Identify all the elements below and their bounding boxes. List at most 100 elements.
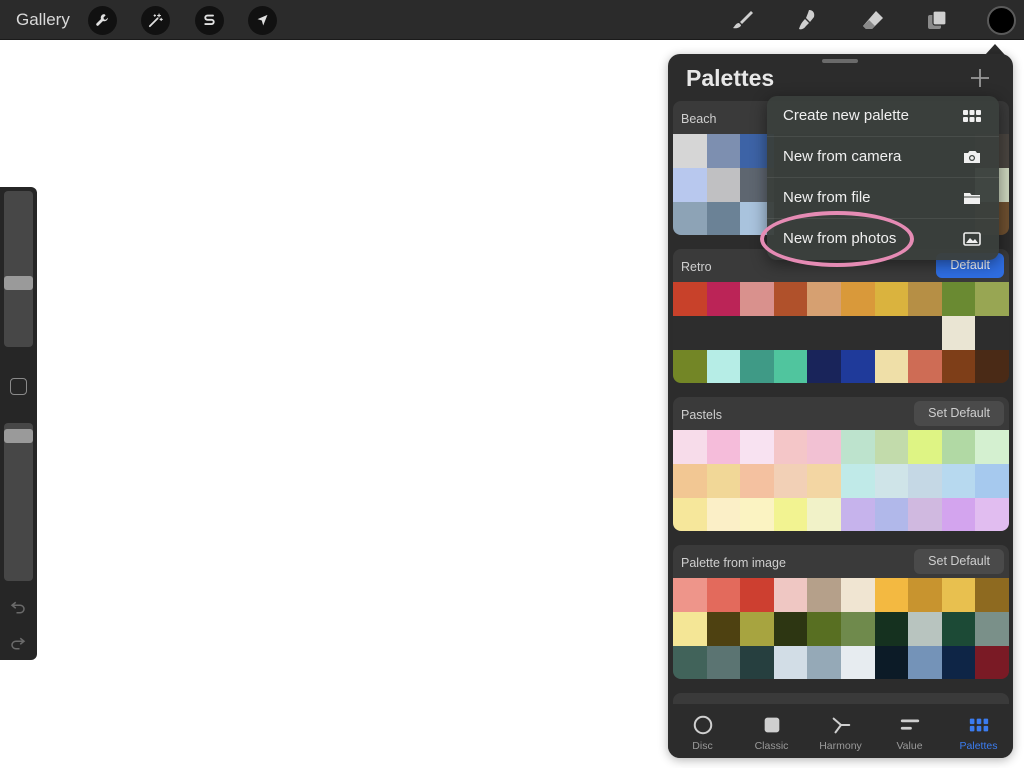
color-swatch[interactable] (975, 430, 1009, 464)
palette-card-pastels[interactable]: Pastels Set Default (673, 397, 1009, 531)
color-swatch[interactable] (807, 316, 841, 350)
color-swatch[interactable] (706, 316, 741, 350)
color-swatch[interactable] (773, 464, 808, 498)
color-swatch[interactable] (673, 316, 707, 350)
color-swatch[interactable] (773, 498, 808, 531)
menu-item-new-from-camera[interactable]: New from camera (767, 137, 999, 178)
color-swatch[interactable] (874, 464, 909, 498)
color-swatch[interactable] (773, 282, 808, 316)
color-swatch[interactable] (908, 350, 942, 383)
redo-icon[interactable] (9, 633, 27, 651)
color-swatch[interactable] (975, 464, 1009, 498)
color-swatch[interactable] (706, 168, 741, 202)
color-swatch[interactable] (840, 350, 875, 383)
arrow-transform-icon[interactable] (248, 6, 277, 35)
color-swatch[interactable] (874, 430, 909, 464)
color-swatch[interactable] (807, 282, 841, 316)
color-swatch[interactable] (740, 430, 774, 464)
color-swatch[interactable] (706, 646, 741, 679)
color-swatch[interactable] (673, 498, 707, 531)
color-swatch[interactable] (740, 282, 774, 316)
wrench-icon[interactable] (88, 6, 117, 35)
palette-card-from-image[interactable]: Palette from image Set Default (673, 545, 1009, 679)
color-swatch[interactable] (740, 646, 774, 679)
color-swatch[interactable] (706, 430, 741, 464)
menu-item-create-new-palette[interactable]: Create new palette (767, 96, 999, 137)
eraser-icon[interactable] (860, 7, 886, 33)
color-swatch[interactable] (840, 464, 875, 498)
color-swatch[interactable] (673, 612, 707, 646)
color-swatch[interactable] (874, 498, 909, 531)
palette-swatches[interactable] (673, 282, 1009, 383)
color-swatch[interactable] (706, 498, 741, 531)
color-swatch[interactable] (908, 498, 942, 531)
opacity-thumb[interactable] (4, 429, 33, 443)
color-swatch[interactable] (975, 316, 1009, 350)
tab-classic[interactable]: Classic (737, 704, 806, 758)
layers-icon[interactable] (924, 7, 950, 33)
color-swatch[interactable] (874, 316, 909, 350)
color-swatch[interactable] (673, 464, 707, 498)
color-swatch[interactable] (807, 430, 841, 464)
color-swatch[interactable] (673, 134, 707, 168)
color-swatch[interactable] (773, 578, 808, 612)
color-swatch[interactable] (807, 498, 841, 531)
color-swatch[interactable] (773, 612, 808, 646)
color-swatch[interactable] (840, 578, 875, 612)
color-swatch[interactable] (874, 646, 909, 679)
add-palette-plus-icon[interactable] (968, 66, 992, 90)
color-swatch[interactable] (706, 134, 741, 168)
color-swatch[interactable] (706, 578, 741, 612)
color-swatch[interactable] (740, 350, 774, 383)
color-swatch[interactable] (908, 282, 942, 316)
color-swatch[interactable] (908, 430, 942, 464)
color-swatch[interactable] (975, 578, 1009, 612)
color-swatch[interactable] (706, 612, 741, 646)
tab-disc[interactable]: Disc (668, 704, 737, 758)
color-swatch[interactable] (706, 202, 741, 235)
color-swatch[interactable] (673, 646, 707, 679)
menu-item-new-from-file[interactable]: New from file (767, 178, 999, 219)
color-swatch[interactable] (975, 350, 1009, 383)
color-swatch[interactable] (706, 282, 741, 316)
color-swatch[interactable] (773, 316, 808, 350)
color-swatch[interactable] (706, 464, 741, 498)
color-swatch[interactable] (975, 498, 1009, 531)
gallery-button[interactable]: Gallery (16, 10, 70, 30)
color-swatch[interactable] (874, 350, 909, 383)
color-swatch[interactable] (941, 612, 976, 646)
tab-harmony[interactable]: Harmony (806, 704, 875, 758)
color-swatch[interactable] (807, 350, 841, 383)
undo-icon[interactable] (9, 597, 27, 615)
color-swatch[interactable] (941, 578, 976, 612)
color-swatch[interactable] (908, 578, 942, 612)
tab-value[interactable]: Value (875, 704, 944, 758)
palette-card-retro[interactable]: Retro Default (673, 249, 1009, 383)
color-picker-button[interactable] (987, 6, 1016, 35)
brush-size-slider[interactable] (4, 191, 33, 347)
color-swatch[interactable] (773, 350, 808, 383)
color-swatch[interactable] (673, 202, 707, 235)
color-swatch[interactable] (840, 612, 875, 646)
modify-button[interactable] (10, 378, 27, 395)
color-swatch[interactable] (941, 282, 976, 316)
color-swatch[interactable] (941, 316, 976, 350)
color-swatch[interactable] (807, 646, 841, 679)
color-swatch[interactable] (673, 282, 707, 316)
color-swatch[interactable] (874, 282, 909, 316)
color-swatch[interactable] (773, 430, 808, 464)
color-swatch[interactable] (840, 430, 875, 464)
color-swatch[interactable] (807, 612, 841, 646)
color-swatch[interactable] (673, 430, 707, 464)
color-swatch[interactable] (941, 464, 976, 498)
color-swatch[interactable] (975, 282, 1009, 316)
opacity-slider[interactable] (4, 423, 33, 581)
panel-grabber[interactable] (822, 59, 858, 63)
color-swatch[interactable] (941, 430, 976, 464)
smudge-icon[interactable] (795, 7, 821, 33)
color-swatch[interactable] (740, 578, 774, 612)
color-swatch[interactable] (908, 646, 942, 679)
color-swatch[interactable] (941, 498, 976, 531)
palette-swatches[interactable] (673, 578, 1009, 679)
color-swatch[interactable] (840, 646, 875, 679)
